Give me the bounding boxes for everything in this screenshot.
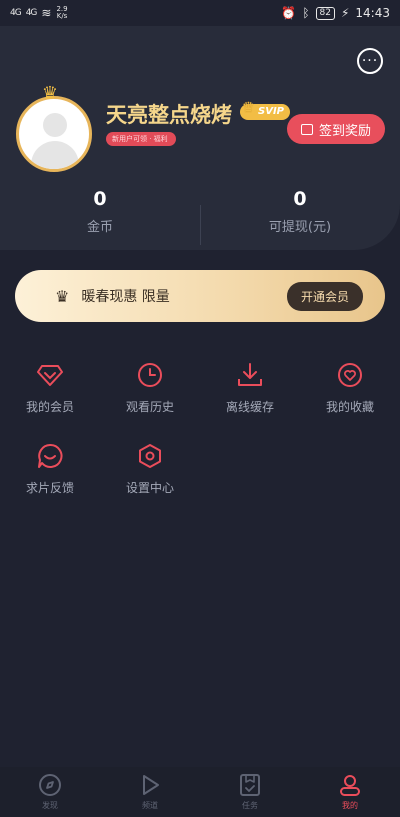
tab-label: 我的 [342,801,358,810]
status-bar: 4G 4G ≋ 2.9 K/s ⏰ ᛒ 82 ⚡ 14:43 [0,0,400,26]
withdrawable-label: 可提现(元) [268,220,332,235]
wifi-icon: ≋ [41,6,52,20]
user-icon [340,775,360,796]
tab-mine[interactable]: 我的 [300,767,400,817]
withdrawable-value: 0 [293,188,307,210]
tab-channel[interactable]: 频道 [100,767,200,817]
bluetooth-icon: ᛒ [302,6,310,20]
svip-crown-icon: ♛ [242,100,255,116]
status-right: ⏰ ᛒ 82 ⚡ 14:43 [281,6,390,20]
network-speed-unit: K/s [56,12,68,20]
hexagon-settings-icon [139,444,161,468]
vip-promo-banner[interactable]: ♛ 暖春现惠 限量 开通会员 [15,270,385,322]
svip-label: SVIP [258,106,284,117]
menu-label: 求片反馈 [25,481,74,495]
clock-time: 14:43 [355,6,390,20]
avatar-body-shape [31,141,79,169]
menu-label: 设置中心 [125,481,174,495]
crown-icon: ♛ [41,83,59,104]
status-left: 4G 4G ≋ 2.9 K/s [10,6,68,21]
compass-icon [39,774,61,796]
svip-badge: ♛ SVIP [240,100,290,120]
tab-tasks[interactable]: 任务 [200,767,300,817]
more-dots-icon: ··· [361,53,379,69]
message-button[interactable]: ··· [357,48,383,74]
vip-crown-icon: ♛ [55,286,70,306]
menu-settings[interactable]: 设置中心 [100,441,200,496]
menu-label: 离线缓存 [225,400,274,414]
username: 天亮整点烧烤 [106,103,232,127]
diamond-icon [37,365,63,386]
task-icon [240,774,260,796]
tab-discover[interactable]: 发现 [0,767,100,817]
menu-my-membership[interactable]: 我的会员 [0,360,100,415]
menu-request-feedback[interactable]: 求片反馈 [0,441,100,496]
chat-bubble-icon [38,443,63,468]
signal-indicator-1: 4G [10,8,22,18]
signal-indicator-2: 4G [25,8,38,18]
menu-label: 我的收藏 [325,400,374,414]
user-tag: 新用户可领 · 福利 [106,132,176,146]
menu-label: 观看历史 [125,400,174,414]
vip-promo-text: 暖春现惠 限量 [81,289,170,305]
clock-icon [138,363,162,387]
withdrawable-stat[interactable]: 0 可提现(元) [200,188,400,235]
checkin-label: 签到奖励 [318,123,371,139]
calendar-icon [300,123,313,135]
play-icon [143,775,159,795]
coins-value: 0 [93,188,107,210]
open-vip-button[interactable]: 开通会员 [286,281,363,311]
avatar[interactable] [16,96,92,172]
tab-label: 任务 [242,801,258,810]
coins-label: 金币 [86,220,113,235]
avatar-container[interactable] [16,96,92,172]
coins-stat[interactable]: 0 金币 [0,188,200,235]
charging-icon: ⚡ [340,6,350,20]
battery-indicator: 82 [315,6,335,20]
menu-offline-cache[interactable]: 离线缓存 [200,360,300,415]
tab-label: 发现 [42,801,58,810]
alarm-icon: ⏰ [281,6,297,20]
network-speed: 2.9 K/s [56,6,67,20]
avatar-head-shape [43,113,67,137]
menu-my-favorites[interactable]: 我的收藏 [300,360,400,415]
download-icon [238,363,262,386]
bottom-tab-bar: 发现 频道 任务 我的 [0,767,400,817]
menu-label: 我的会员 [25,400,74,414]
checkin-reward-button[interactable]: 签到奖励 [287,114,385,144]
tab-label: 频道 [142,801,158,810]
heart-icon [338,363,362,387]
menu-watch-history[interactable]: 观看历史 [100,360,200,415]
